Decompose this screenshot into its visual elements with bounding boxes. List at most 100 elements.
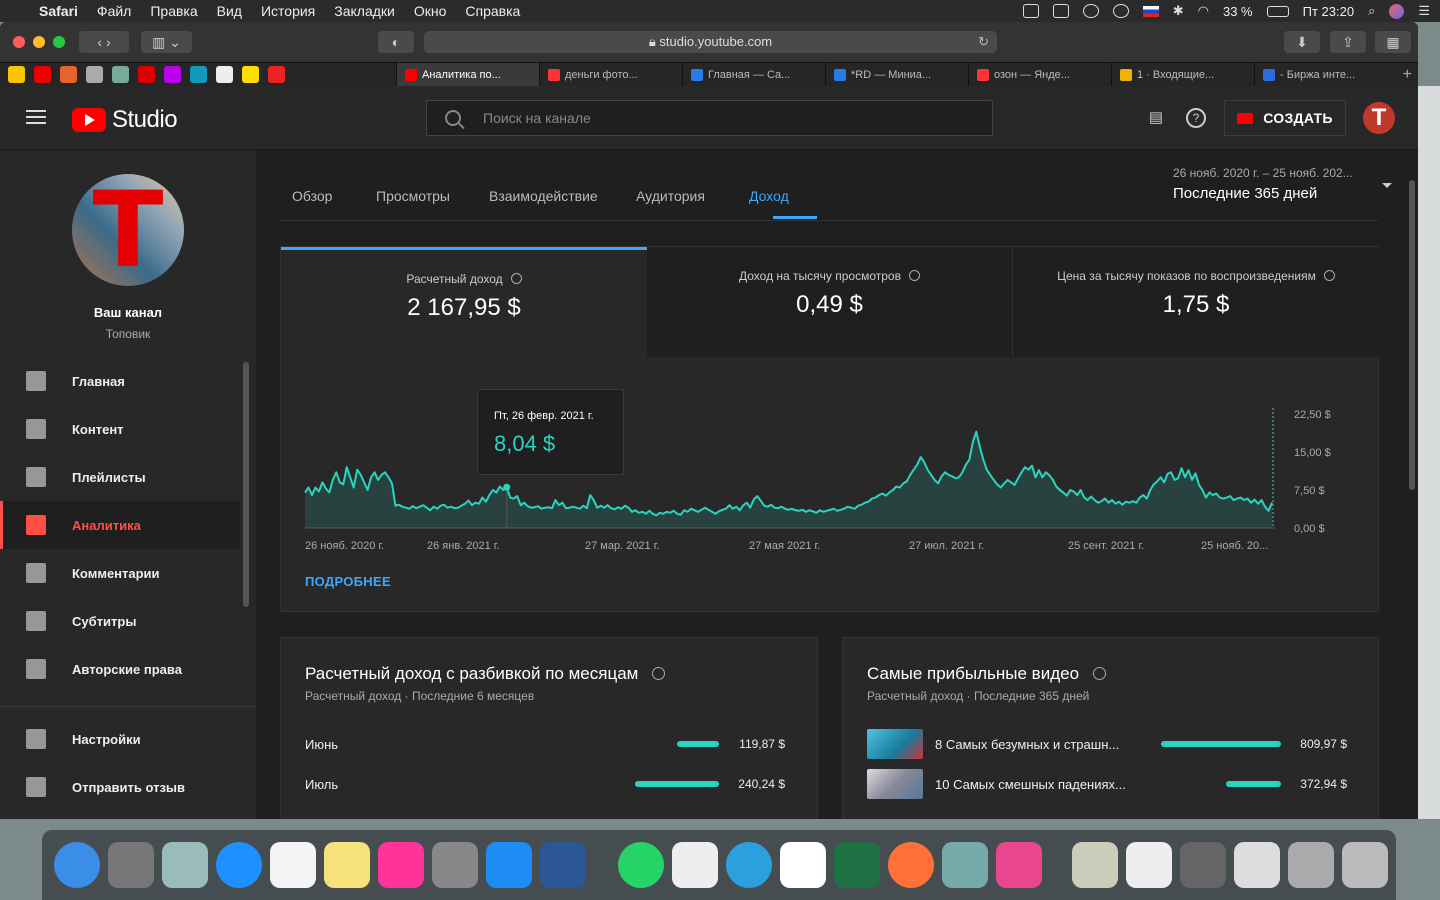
word-icon[interactable] [540,842,586,888]
battery-percent[interactable]: 33 % [1223,4,1253,19]
tab-engagement[interactable]: Взаимодействие [489,188,598,204]
video-title[interactable]: 8 Самых безумных и страшн... [935,737,1119,752]
menu-edit[interactable]: Правка [150,3,197,19]
system-preferences-icon[interactable] [432,842,478,888]
a-pinned-icon[interactable] [138,66,155,83]
sidebar-toggle-icon[interactable]: ▥ ⌄ [141,31,192,53]
revenue-chart[interactable]: 0,00 $ 7,50 $ 15,00 $ 22,50 $ 26 нояб. 2020 … [281,357,1380,567]
sidebar-item-analytics[interactable]: Аналитика [0,501,240,549]
menu-view[interactable]: Вид [217,3,242,19]
browser-tab[interactable]: - Биржа инте... [1254,62,1397,87]
tab-revenue[interactable]: Доход [749,188,789,204]
metric-estimated-revenue[interactable]: Расчетный доход 2 167,95 $ [281,247,647,357]
telegram-icon[interactable] [726,842,772,888]
clock-icon[interactable] [652,667,666,680]
create-button[interactable]: СОЗДАТЬ [1224,100,1346,136]
address-bar[interactable]: 🔒︎ studio.youtube.com ↻ [424,31,997,53]
display-icon[interactable] [1022,4,1039,18]
browser-tab[interactable]: 1 · Входящие... [1111,62,1254,87]
accessibility-icon[interactable] [1112,4,1129,18]
share-icon[interactable]: ⇪ [1330,31,1366,53]
video-title[interactable]: 10 Самых смешных падениях... [935,777,1126,792]
top-video-row[interactable]: 10 Самых смешных падениях... 372,94 $ [867,769,1357,799]
messages-icon[interactable]: ▤ [1146,108,1166,128]
menu-history[interactable]: История [261,3,315,19]
safari-icon[interactable] [216,842,262,888]
see-more-link[interactable]: ПОДРОБНЕЕ [305,574,391,589]
wifi-icon[interactable]: ◠ [1198,3,1209,19]
flag-ru-icon[interactable] [1142,5,1159,17]
new-tab-icon[interactable]: + [1403,66,1412,84]
back-forward-buttons[interactable]: ‹ › [79,31,129,53]
browser-tab[interactable]: деньги фото... [539,62,682,87]
browser-tab[interactable]: озон — Янде... [968,62,1111,87]
chevron-down-icon[interactable] [1382,183,1392,188]
zoom-window-button[interactable] [53,36,65,48]
privacy-shield-icon[interactable]: ◐ [378,31,414,53]
finder-icon[interactable] [54,842,100,888]
v-pinned-icon[interactable] [86,66,103,83]
top-video-row[interactable]: 8 Самых безумных и страшн... 809,97 $ [867,729,1357,759]
video-thumbnail[interactable] [867,769,923,799]
sidebar-item-comments[interactable]: Комментарии [0,549,240,597]
menu-window[interactable]: Окно [414,3,447,19]
joxi-icon[interactable] [780,842,826,888]
metric-rpm[interactable]: Доход на тысячу просмотров 0,49 $ [647,247,1013,357]
cleanmymac-icon[interactable] [996,842,1042,888]
browser-tab[interactable]: Аналитика по... [396,62,539,87]
bluetooth-icon[interactable]: ✱ [1173,3,1184,19]
tab-overview-icon[interactable]: ▦ [1375,31,1411,53]
channel-avatar[interactable]: T [72,174,184,286]
sidebar-item-copyright[interactable]: Авторские права [0,645,240,693]
clock[interactable]: Пт 23:20 [1303,4,1354,19]
clock-icon[interactable] [1093,667,1107,680]
sidebar-item-feedback[interactable]: Отправить отзыв [0,763,240,811]
image-file-icon[interactable] [1072,842,1118,888]
trash-icon[interactable] [1342,842,1388,888]
image-capture-icon[interactable] [942,842,988,888]
textedit-icon[interactable] [672,842,718,888]
sidebar-item-subtitles[interactable]: Субтитры [0,597,240,645]
excel-icon[interactable] [834,842,880,888]
clock-icon[interactable] [1323,270,1335,281]
sidebar-item-playlist[interactable]: Плейлисты [0,453,240,501]
tab-audience[interactable]: Аудитория [636,188,705,204]
search-input[interactable]: Поиск на канале [426,100,993,136]
calendar-icon[interactable] [270,842,316,888]
document2-file-icon[interactable] [1180,842,1226,888]
menu-help[interactable]: Справка [465,3,520,19]
m-pinned-icon[interactable] [242,66,259,83]
sidebar-item-video-library[interactable]: Контент [0,405,240,453]
sidebar-item-settings[interactable]: Настройки [0,715,240,763]
menu-icon[interactable] [26,110,46,126]
bike-pinned-icon[interactable] [112,66,129,83]
video-thumbnail[interactable] [867,729,923,759]
document-file-icon[interactable] [1126,842,1172,888]
slash-pinned-icon[interactable] [268,66,285,83]
clock-icon[interactable] [908,270,920,281]
tab-overview[interactable]: Обзор [292,188,332,204]
spotlight-icon[interactable]: ⌕ [1368,3,1375,19]
main-scrollbar[interactable] [1409,180,1415,490]
sidebar-item-dashboard[interactable]: Главная [0,357,240,405]
app-store-icon[interactable] [486,842,532,888]
keyboard-icon[interactable] [1052,4,1069,18]
photos-icon[interactable] [378,842,424,888]
date-range-picker[interactable]: 26 нояб. 2020 г. – 25 нояб. 202... После… [1173,166,1373,202]
firefox-icon[interactable] [888,842,934,888]
notification-center-icon[interactable]: ☰ [1418,3,1430,19]
menu-bookmarks[interactable]: Закладки [334,3,395,19]
menu-file[interactable]: Файл [97,3,131,19]
location-icon[interactable] [1082,4,1099,18]
preview-icon[interactable] [162,842,208,888]
launchpad-icon[interactable] [108,842,154,888]
notes-icon[interactable] [324,842,370,888]
browser-tab[interactable]: Главная — Са... [682,62,825,87]
pinned-tab-icon[interactable] [8,66,25,83]
metric-cpm[interactable]: Цена за тысячу показов по воспроизведени… [1013,247,1379,357]
c-pinned-icon[interactable] [190,66,207,83]
browser-tab[interactable]: *RD — Миниа... [825,62,968,87]
sidebar-scrollbar[interactable] [243,362,249,607]
tab-views[interactable]: Просмотры [376,188,450,204]
screenshot-file-icon[interactable] [1288,842,1334,888]
